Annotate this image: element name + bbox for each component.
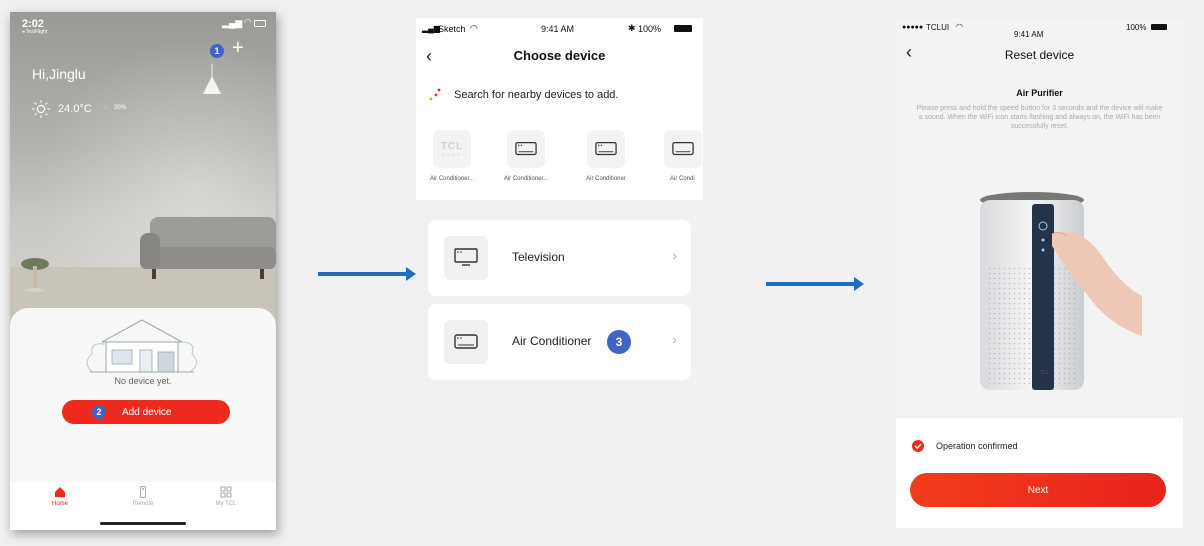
status-bar: ●●●●● TCLUI ◠ 9:41 AM 100% — [896, 18, 1183, 42]
add-icon[interactable]: + — [232, 38, 244, 58]
air-conditioner-icon — [595, 141, 617, 156]
humidity: 20% — [114, 105, 127, 111]
tcl-logo-sub: HOME — [442, 152, 462, 157]
status-time: 9:41 AM — [1014, 30, 1044, 39]
flow-arrow-2 — [766, 277, 864, 291]
check-circle-icon[interactable] — [912, 440, 924, 452]
scanning-icon — [429, 88, 441, 101]
add-device-button[interactable]: 2 Add device — [62, 400, 230, 424]
category-television[interactable]: Television › — [428, 220, 691, 296]
battery-icon — [254, 20, 266, 27]
wifi-icon: ◠ — [470, 23, 478, 33]
grid-icon — [220, 486, 232, 498]
operation-confirmed-label: Operation confirmed — [936, 441, 1018, 451]
category-air-conditioner[interactable]: Air Conditioner 3 › — [428, 304, 691, 380]
wifi-icon: ◠ — [244, 17, 252, 27]
nearby-device-label: Air Conditioner... — [503, 176, 549, 182]
bluetooth-icon: ✱ — [628, 23, 636, 33]
nearby-device-ac-2[interactable]: Air Conditioner — [576, 130, 636, 182]
nearby-device-label: Air Conditioner — [586, 176, 626, 182]
tab-home[interactable]: Home — [30, 486, 90, 507]
sun-icon — [32, 100, 50, 118]
wifi-icon: ◠ — [956, 22, 963, 31]
tab-home-label: Home — [51, 501, 68, 507]
reset-device-screen: ●●●●● TCLUI ◠ 9:41 AM 100% ‹ Reset devic… — [896, 18, 1183, 528]
battery-icon — [674, 25, 692, 32]
air-purifier-image — [980, 192, 1142, 390]
reset-instructions: Please press and hold the speed button f… — [916, 105, 1163, 130]
next-button[interactable]: Next — [910, 473, 1166, 507]
home-screen: 2:02 ◂ TestFlight ▂▄▆ ◠ 1 + Hi,Jinglu 24… — [10, 12, 276, 530]
nearby-device-tcl[interactable]: TCL HOME Air Conditioner... — [422, 130, 482, 182]
nearby-device-ac-1[interactable]: Air Conditioner... — [496, 130, 556, 182]
tab-my-tcl[interactable]: My TCL — [196, 486, 256, 507]
air-conditioner-icon — [672, 141, 694, 156]
status-bar: 2:02 ◂ TestFlight ▂▄▆ ◠ — [10, 12, 276, 36]
humidity-icon: ◌ — [104, 104, 109, 111]
step-badge-1: 1 — [210, 44, 224, 58]
nearby-device-ac-3[interactable]: Air Condi — [656, 130, 703, 182]
plant-icon — [21, 258, 49, 292]
house-illustration — [86, 319, 197, 373]
home-indicator — [100, 522, 186, 525]
search-hint: Search for nearby devices to add. — [454, 89, 619, 101]
signal-icon: ▂▄▆ — [222, 18, 243, 28]
tcl-logo: TCL — [440, 141, 464, 152]
tab-my-tcl-label: My TCL — [215, 501, 237, 507]
page-title: Choose device — [513, 48, 606, 63]
battery-icon — [1151, 24, 1167, 30]
temperature: 24.0°C — [58, 103, 92, 115]
choose-device-screen: ▂▄▆ Sketch ◠ 9:41 AM ✱ 100% ‹ Choose dev… — [416, 18, 703, 528]
device-name: Air Purifier — [1016, 88, 1063, 98]
category-label: Television — [512, 250, 565, 264]
add-device-label: Add device — [122, 406, 172, 418]
carrier: TCLUI — [926, 23, 950, 32]
carrier: Sketch — [438, 24, 466, 34]
status-time: 9:41 AM — [541, 24, 575, 34]
testflight-back-link[interactable]: ◂ TestFlight — [22, 29, 47, 35]
air-conditioner-icon — [515, 141, 537, 156]
battery-level: 100% — [638, 24, 662, 34]
category-label: Air Conditioner — [512, 334, 592, 348]
product-logo: TCL — [1040, 370, 1050, 376]
home-icon — [55, 487, 65, 497]
television-icon — [454, 248, 478, 266]
nearby-device-label: Air Condi — [670, 176, 695, 182]
signal-icon: ●●●●● — [902, 24, 924, 31]
tab-remote[interactable]: Remote — [113, 486, 173, 507]
air-conditioner-icon — [454, 334, 478, 349]
step-badge-3: 3 — [607, 330, 631, 354]
chevron-right-icon: › — [672, 248, 677, 263]
flow-arrow-1 — [318, 267, 416, 281]
page-title: Reset device — [1004, 48, 1075, 62]
status-bar: ▂▄▆ Sketch ◠ 9:41 AM ✱ 100% — [416, 18, 703, 42]
tab-remote-label: Remote — [132, 501, 154, 507]
nearby-device-label: Air Conditioner... — [429, 176, 475, 182]
greeting: Hi,Jinglu — [32, 66, 86, 82]
sofa-illustration — [140, 217, 276, 279]
empty-state-text: No device yet. — [114, 376, 172, 386]
battery-level: 100% — [1126, 23, 1147, 32]
remote-icon — [140, 486, 146, 498]
chevron-right-icon: › — [672, 332, 677, 347]
lamp-icon — [203, 64, 221, 94]
step-badge-2: 2 — [92, 405, 106, 419]
